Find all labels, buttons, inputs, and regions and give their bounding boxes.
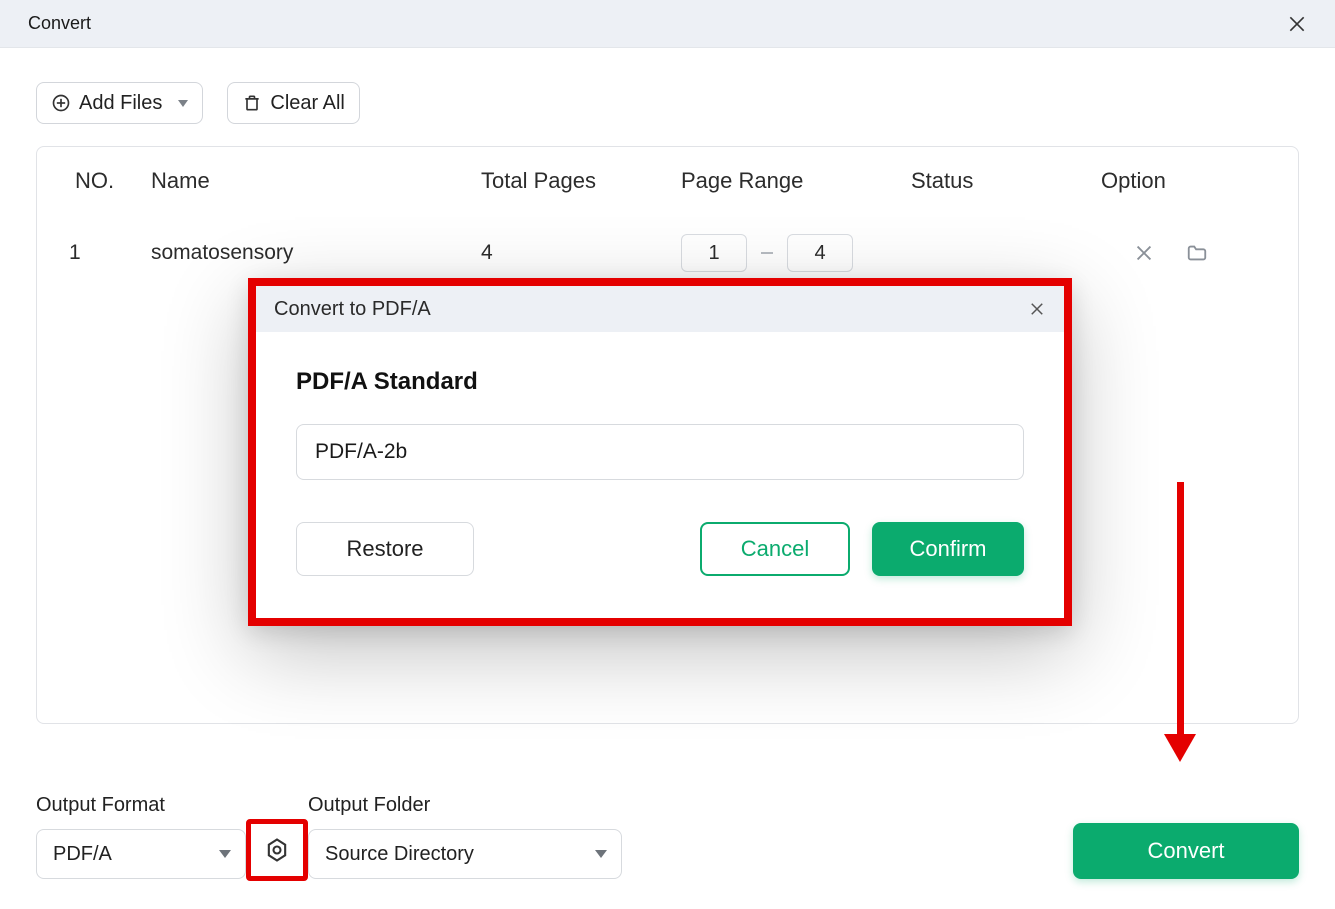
dialog-header: Convert to PDF/A [256,286,1064,332]
remove-row-icon[interactable] [1133,242,1155,264]
restore-button[interactable]: Restore [296,522,474,576]
output-format-value: PDF/A [53,843,112,866]
open-folder-icon[interactable] [1185,242,1209,264]
column-status: Status [907,168,1097,194]
confirm-button[interactable]: Confirm [872,522,1024,576]
footer: Output Format PDF/A Output Folder Source… [36,794,1299,879]
chevron-down-icon [178,100,188,107]
chevron-down-icon [219,850,231,858]
range-to-input[interactable]: 4 [787,234,853,272]
annotation-highlight-gear [246,819,308,881]
pdfa-settings-dialog: Convert to PDF/A PDF/A Standard PDF/A-2b… [248,278,1072,626]
chevron-down-icon [595,850,607,858]
table-header: NO. Name Total Pages Page Range Status O… [37,147,1298,215]
cell-name: somatosensory [147,241,477,265]
range-dash [761,252,773,254]
pdfa-standard-select[interactable]: PDF/A-2b [296,424,1024,480]
output-folder-value: Source Directory [325,843,474,866]
window-title: Convert [28,13,91,34]
cell-total-pages: 4 [477,241,677,265]
add-files-label: Add Files [79,92,162,115]
range-from-input[interactable]: 1 [681,234,747,272]
cell-option [1097,242,1298,264]
column-page-range: Page Range [677,168,907,194]
dialog-body: PDF/A Standard PDF/A-2b Restore Cancel C… [256,332,1064,576]
cell-page-range: 1 4 [677,234,907,272]
gear-icon [263,836,291,864]
column-option: Option [1097,168,1298,194]
output-folder-label: Output Folder [308,794,622,817]
dialog-title: Convert to PDF/A [274,298,431,321]
pdfa-standard-value: PDF/A-2b [315,440,407,464]
output-folder-field: Output Folder Source Directory [308,794,622,879]
toolbar: Add Files Clear All [36,82,1299,124]
add-files-button[interactable]: Add Files [36,82,203,124]
output-folder-select[interactable]: Source Directory [308,829,622,879]
titlebar: Convert [0,0,1335,48]
trash-icon [242,93,262,113]
clear-all-label: Clear All [270,92,344,115]
column-no: NO. [37,168,147,194]
close-icon[interactable] [1028,300,1046,318]
output-format-label: Output Format [36,794,246,817]
pdfa-standard-label: PDF/A Standard [296,368,1024,396]
convert-button[interactable]: Convert [1073,823,1299,879]
column-name: Name [147,168,477,194]
cell-no: 1 [37,241,147,265]
dialog-actions: Restore Cancel Confirm [296,522,1024,576]
clear-all-button[interactable]: Clear All [227,82,359,124]
plus-circle-icon [51,93,71,113]
cancel-button[interactable]: Cancel [700,522,850,576]
output-format-select[interactable]: PDF/A [36,829,246,879]
output-format-field: Output Format PDF/A [36,794,246,879]
close-icon[interactable] [1283,10,1311,38]
output-format-settings-button[interactable] [253,826,301,874]
column-total-pages: Total Pages [477,168,677,194]
